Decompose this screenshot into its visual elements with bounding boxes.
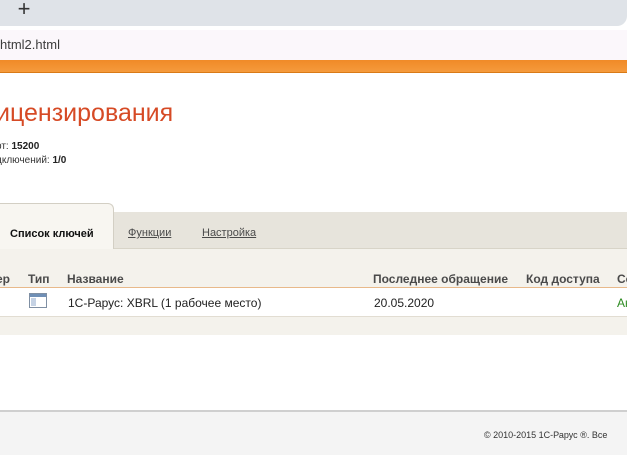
row-name: 1С-Рарус: XBRL (1 рабочее место) — [68, 296, 262, 310]
row-last-access: 20.05.2020 — [374, 296, 435, 310]
col-name[interactable]: Название — [67, 272, 124, 286]
url-text[interactable]: html2.html — [0, 37, 60, 52]
window-icon — [29, 293, 47, 308]
browser-tab-area — [0, 0, 627, 26]
col-access-code[interactable]: Код доступа — [526, 272, 600, 286]
page-title: ицензирования — [0, 99, 174, 127]
browser-tabstrip: + — [0, 0, 627, 30]
row-status: Ак — [617, 296, 627, 310]
tab-key-list[interactable]: Список ключей — [0, 203, 114, 250]
new-tab-button[interactable]: + — [13, 0, 35, 21]
info-connections: дключений: 1/0 — [0, 155, 66, 166]
tab-key-list-label: Список ключей — [10, 228, 94, 240]
info-connections-value: 1/0 — [52, 155, 67, 166]
col-status[interactable]: Се — [617, 272, 627, 286]
header-accent-bar — [0, 60, 627, 73]
copyright-text: © 2010-2015 1С-Рарус ®. Все — [484, 430, 608, 440]
info-port-label: рт: — [0, 141, 9, 152]
tab-functions[interactable]: Функции — [128, 227, 171, 239]
col-last-access[interactable]: Последнее обращение — [373, 272, 508, 286]
col-number[interactable]: ер — [0, 272, 10, 286]
info-port: рт: 15200 — [0, 141, 39, 152]
col-type[interactable]: Тип — [28, 272, 50, 286]
address-bar[interactable]: html2.html — [0, 30, 627, 60]
info-port-value: 15200 — [11, 141, 40, 152]
tab-settings[interactable]: Настройка — [202, 227, 256, 239]
info-connections-label: дключений: — [0, 155, 53, 166]
